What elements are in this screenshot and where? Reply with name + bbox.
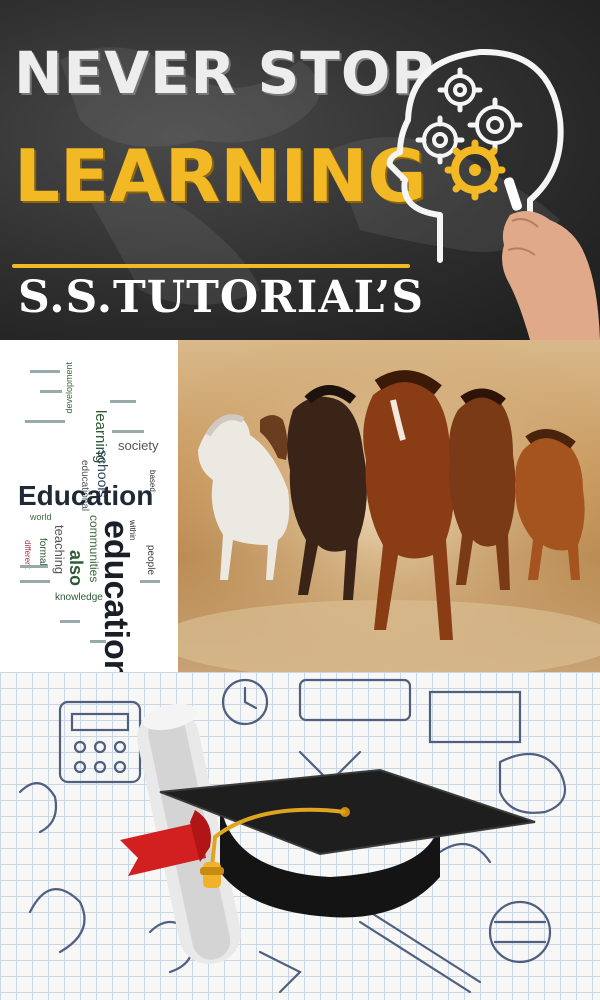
- hand-chalk-icon: [502, 177, 600, 340]
- brain-doodle-icon: [498, 752, 567, 814]
- ruler-doodle-icon: [358, 920, 472, 994]
- monitor-doodle-icon: [428, 690, 522, 744]
- music-note-doodle-icon: [28, 888, 86, 954]
- word-education-cap: Education: [18, 480, 153, 511]
- graduation-panel: [0, 672, 600, 1000]
- globe-doodle-icon: [488, 900, 552, 964]
- word-society: society: [118, 438, 159, 453]
- word-development: development: [64, 362, 74, 414]
- triangle-doodle-icon: [258, 950, 302, 994]
- word-also: also: [66, 550, 86, 586]
- gold-divider: [12, 264, 410, 268]
- brand-title: S.S.TUTORIAL’S: [18, 272, 425, 323]
- banner: NEVER STOP LEARNING S.S.TUTORIAL’S: [0, 0, 600, 340]
- pencil-doodle-icon: [438, 842, 492, 864]
- headline-learning: LEARNING: [14, 134, 427, 218]
- numeral-doodle-icon: [18, 782, 58, 834]
- book-doodle-icon: [298, 678, 412, 722]
- word-world: world: [29, 512, 52, 522]
- headline-never-stop: NEVER STOP: [14, 39, 435, 107]
- word-formal: formal: [37, 538, 48, 566]
- running-horses-painting: [178, 340, 600, 672]
- word-knowledge: knowledge: [55, 592, 103, 603]
- word-people: people: [145, 545, 156, 575]
- education-word-cloud: development learning educational schools…: [0, 340, 178, 672]
- word-teaching: teaching: [52, 525, 67, 574]
